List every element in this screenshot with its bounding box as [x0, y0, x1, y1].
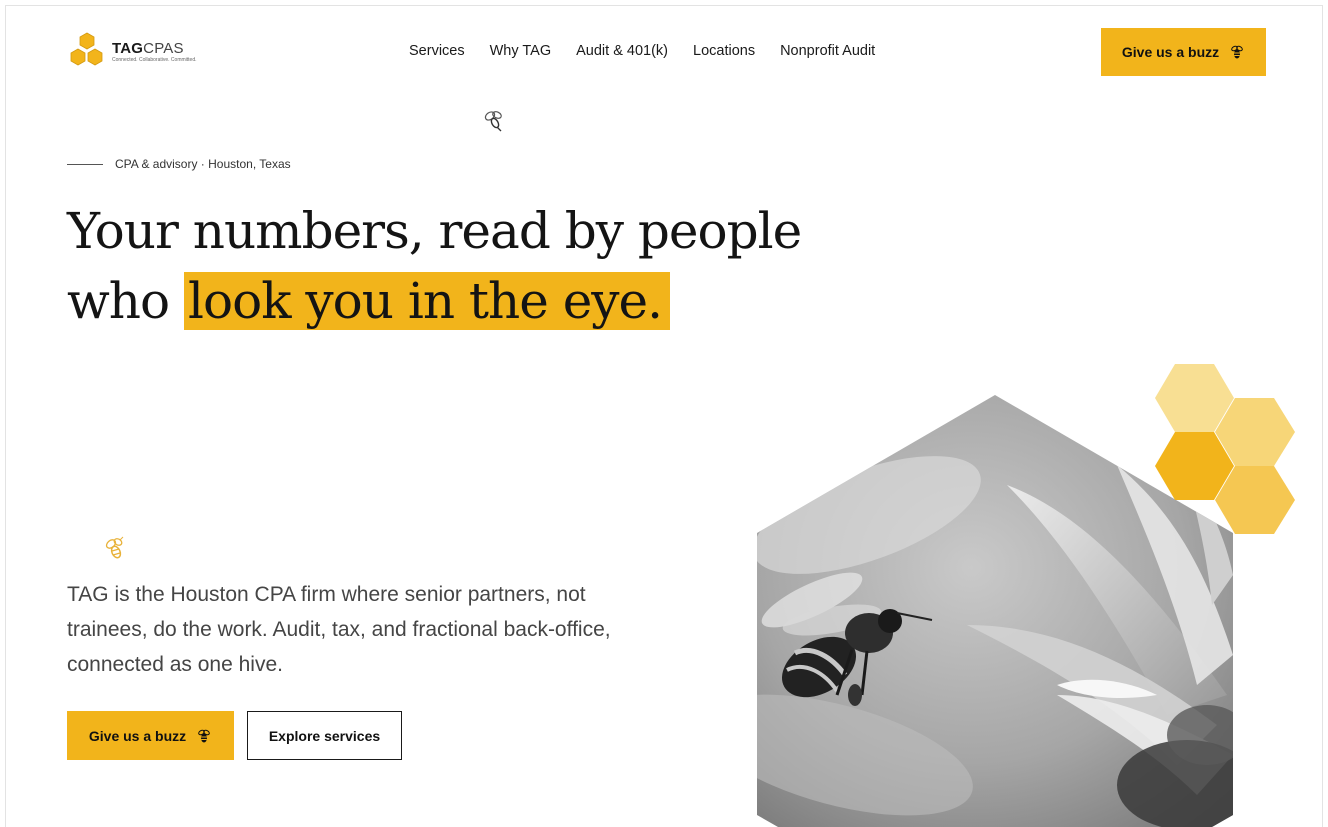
- headline-line-1: Your numbers, read by people: [67, 202, 802, 260]
- nav-item-locations[interactable]: Locations: [693, 43, 755, 59]
- explore-services-button[interactable]: Explore services: [247, 711, 402, 760]
- logo-tagline: Connected. Collaborative. Committed.: [112, 57, 197, 63]
- hero-lead-paragraph: TAG is the Houston CPA firm where senior…: [67, 583, 611, 676]
- eyebrow-rule: [67, 163, 103, 165]
- explore-services-label: Explore services: [268, 727, 381, 744]
- nav-item-audit-401k[interactable]: Audit & 401(k): [576, 43, 668, 59]
- bee-icon: [198, 729, 210, 742]
- header-buzz-label: Give us a buzz: [1121, 44, 1220, 60]
- hero-headline: Your numbers, read by people who look yo…: [67, 196, 802, 336]
- honeycomb-logo-icon: [70, 32, 103, 66]
- hero-buzz-label: Give us a buzz: [88, 727, 187, 744]
- hero-buzz-button[interactable]: Give us a buzz: [67, 711, 234, 760]
- main-nav: Services Why TAG Audit & 401(k) Location…: [409, 43, 875, 59]
- honeycomb-decoration: [1155, 364, 1295, 534]
- hero-button-group: Give us a buzz Explore services: [67, 711, 402, 760]
- header-buzz-button[interactable]: Give us a buzz: [1101, 28, 1266, 76]
- headline-line-2-prefix: who: [67, 272, 184, 330]
- small-bee-icon: [105, 536, 124, 559]
- nav-item-nonprofit-audit[interactable]: Nonprofit Audit: [780, 43, 875, 59]
- nav-item-services[interactable]: Services: [409, 43, 465, 59]
- logo[interactable]: TAGCPAS Connected. Collaborative. Commit…: [66, 32, 197, 72]
- flying-bee-icon: [484, 111, 502, 132]
- headline-highlight: look you in the eye.: [184, 272, 671, 330]
- eyebrow-text: CPA & advisory · Houston, Texas: [115, 157, 291, 171]
- hero-eyebrow: CPA & advisory · Houston, Texas: [67, 157, 291, 171]
- bee-icon: [1231, 45, 1243, 59]
- nav-item-why-tag[interactable]: Why TAG: [490, 43, 552, 59]
- logo-wordmark: TAGCPAS: [112, 40, 184, 57]
